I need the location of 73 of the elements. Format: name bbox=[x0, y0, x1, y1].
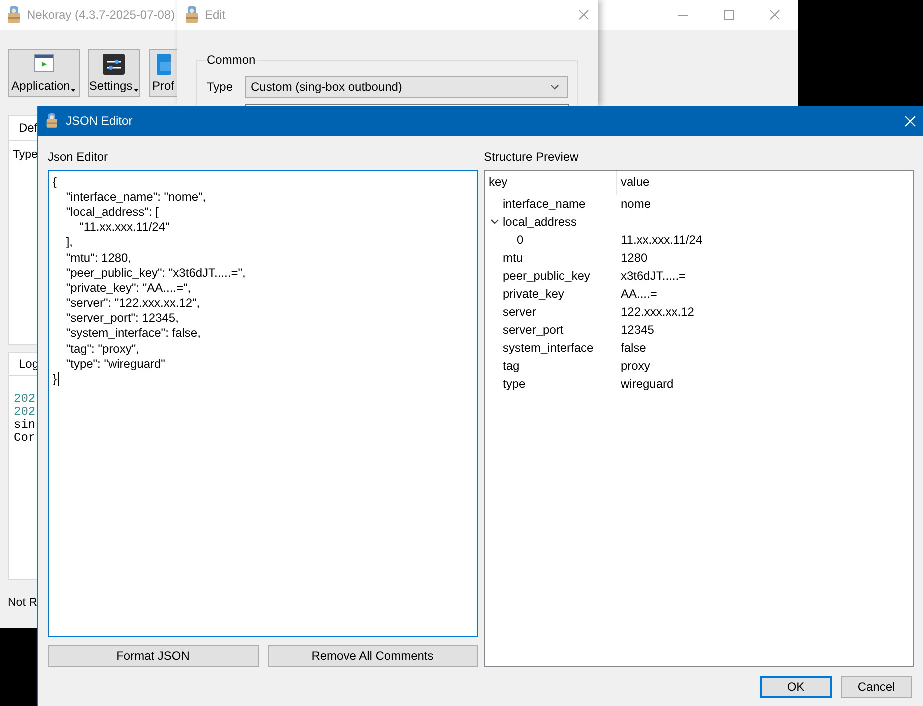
tree-key: local_address bbox=[503, 215, 578, 229]
tree-value: 1280 bbox=[620, 251, 648, 265]
action-button[interactable]: Format JSON bbox=[48, 645, 258, 667]
toolbar-button[interactable]: Settings bbox=[88, 49, 140, 97]
tree-value: x3t6dJT.....= bbox=[620, 269, 686, 283]
code-line: } bbox=[53, 372, 58, 386]
tree-key: mtu bbox=[503, 251, 524, 265]
section-label: Json Editor bbox=[48, 150, 110, 164]
tree-value: wireguard bbox=[620, 377, 674, 391]
chevron-down-icon bbox=[551, 84, 559, 90]
chevron-down-icon[interactable] bbox=[491, 218, 499, 226]
tree-value: 12345 bbox=[620, 323, 654, 337]
close-icon bbox=[579, 10, 589, 20]
code-line: "local_address": [ bbox=[66, 204, 159, 219]
tree-key: peer_public_key bbox=[503, 269, 590, 283]
tree-key: interface_name bbox=[503, 197, 586, 211]
logo-icon bbox=[46, 113, 58, 129]
tree-value: nome bbox=[620, 197, 652, 211]
column-header[interactable]: key bbox=[485, 171, 617, 195]
code-line: { bbox=[53, 174, 58, 189]
dialog-button[interactable]: Cancel bbox=[841, 676, 912, 698]
tree-key: private_key bbox=[503, 287, 564, 301]
tree-key: tag bbox=[503, 359, 520, 373]
dialog-button[interactable]: OK bbox=[760, 676, 832, 698]
tree-value: AA....= bbox=[620, 287, 658, 301]
toolbar-button[interactable]: Application bbox=[8, 49, 80, 97]
tree-value: 122.xxx.xx.12 bbox=[620, 305, 694, 319]
folder-icon bbox=[156, 54, 170, 75]
window-play-icon bbox=[34, 54, 54, 72]
sliders-icon bbox=[103, 54, 125, 75]
tree-value: false bbox=[620, 341, 646, 355]
close-icon bbox=[770, 10, 780, 20]
code-line: ], bbox=[66, 235, 74, 250]
tree-key: 0 bbox=[517, 233, 524, 247]
tree-key: server bbox=[503, 305, 536, 319]
code-line: "peer_public_key": "x3t6dJT.....=", bbox=[66, 266, 246, 280]
column-header[interactable]: value bbox=[617, 171, 650, 195]
tab[interactable]: Def bbox=[8, 115, 37, 140]
log-line: sin bbox=[14, 419, 37, 432]
field-label: Type bbox=[207, 80, 234, 94]
tree-value: 11.xx.xxx.11/24 bbox=[620, 233, 703, 247]
window-title: JSON Editor bbox=[66, 114, 133, 128]
code-line: "type": "wireguard" bbox=[66, 356, 166, 371]
status-text: Not R bbox=[8, 596, 37, 610]
json-text-field[interactable] bbox=[48, 170, 478, 637]
tree-key: server_port bbox=[503, 323, 564, 337]
logo-icon bbox=[7, 6, 21, 24]
code-line: "private_key": "AA....=", bbox=[66, 280, 192, 295]
close-icon bbox=[904, 116, 916, 126]
type-dropdown[interactable]: Custom (sing-box outbound) bbox=[245, 76, 568, 98]
section-label: Structure Preview bbox=[484, 150, 580, 164]
log-line: 202 bbox=[14, 393, 37, 406]
code-line: "11.xx.xxx.11/24" bbox=[80, 220, 170, 234]
minimize-icon bbox=[678, 14, 688, 16]
toolbar-button[interactable]: Prof bbox=[149, 49, 178, 97]
tree-value: proxy bbox=[620, 359, 650, 373]
window-title: Edit bbox=[205, 8, 226, 22]
maximize-icon bbox=[724, 10, 734, 20]
group-title: Common bbox=[206, 53, 257, 67]
code-line: "server_port": 12345, bbox=[66, 311, 179, 326]
code-line: "server": "122.xxx.xx.12", bbox=[66, 296, 200, 310]
code-line: "interface_name": "nome", bbox=[66, 190, 206, 204]
tree-key: type bbox=[503, 377, 526, 391]
code-line: "system_interface": false, bbox=[66, 326, 201, 340]
field-label: Type bbox=[13, 149, 38, 161]
logo-icon bbox=[185, 6, 199, 24]
window-title: Nekoray (4.3.7-2025-07-08) bbox=[27, 8, 176, 22]
log-line: 202 bbox=[14, 406, 37, 419]
code-line: "tag": "proxy", bbox=[66, 342, 140, 356]
code-line: "mtu": 1280, bbox=[66, 250, 132, 265]
tree-key: system_interface bbox=[503, 341, 594, 355]
log-line: Cor bbox=[14, 432, 37, 445]
action-button[interactable]: Remove All Comments bbox=[268, 645, 478, 667]
